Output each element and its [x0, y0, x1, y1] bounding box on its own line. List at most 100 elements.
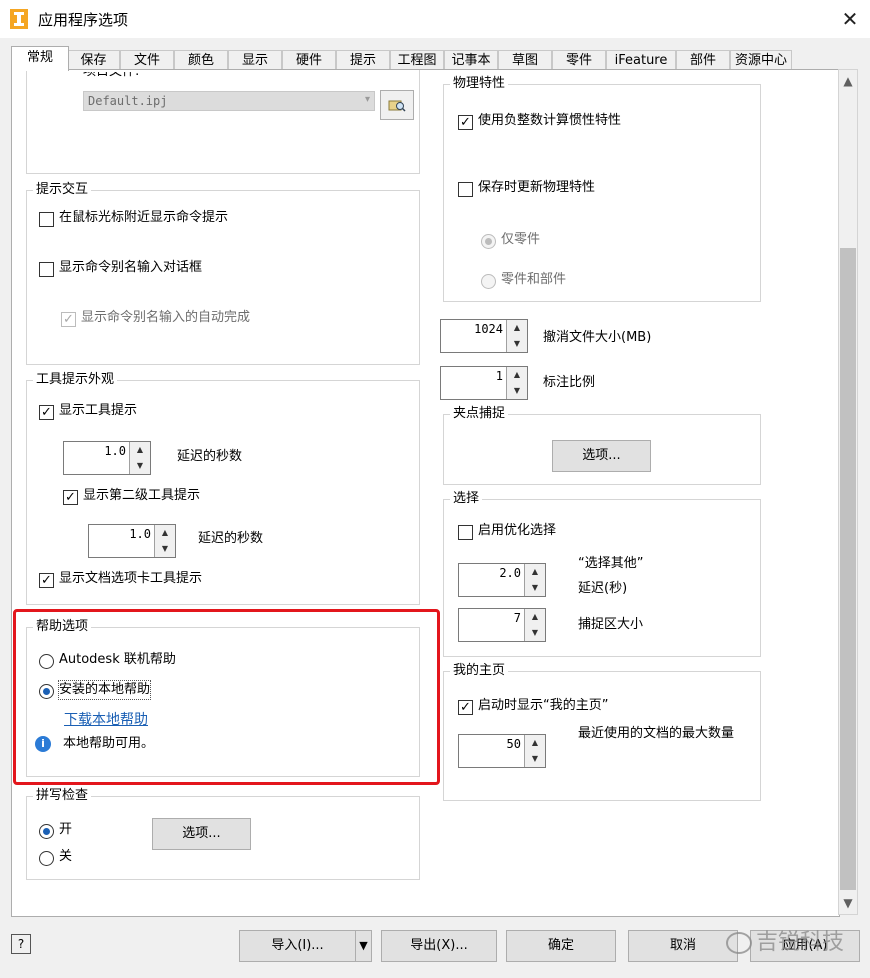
- export-button[interactable]: 导出(X)...: [381, 930, 497, 962]
- enable-opt-select-checkbox[interactable]: [458, 525, 473, 540]
- pick-box-size-label: 捕捉区大小: [578, 617, 644, 632]
- spin-down-icon[interactable]: ▼: [129, 458, 150, 474]
- show-home-on-start-checkbox[interactable]: ✓: [458, 700, 473, 715]
- select-group-title: 选择: [450, 491, 483, 507]
- alias-autocomplete-checkbox[interactable]: ✓: [61, 312, 76, 327]
- cancel-button[interactable]: 取消: [628, 930, 738, 962]
- parts-and-asm-radio[interactable]: [481, 274, 496, 289]
- recent-docs-spinner[interactable]: 50 ▲ ▼: [458, 734, 546, 768]
- spin-up-icon[interactable]: ▲: [506, 367, 527, 383]
- annotation-scale-value: 1: [495, 369, 503, 383]
- spin-up-icon[interactable]: ▲: [524, 564, 545, 580]
- spin-down-icon[interactable]: ▼: [506, 383, 527, 399]
- spin-up-icon[interactable]: ▲: [524, 735, 545, 751]
- spin-down-icon[interactable]: ▼: [506, 336, 527, 352]
- watermark-text: 吉锐科技: [756, 930, 845, 955]
- enable-opt-select-label: 启用优化选择: [478, 523, 557, 538]
- folder-search-icon: [388, 100, 406, 112]
- parts-only-label: 仅零件: [501, 232, 541, 247]
- grip-snap-group: 夹点捕捉 选项...: [443, 406, 761, 485]
- tooltip-delay-spinner[interactable]: 1.0 ▲ ▼: [63, 441, 151, 475]
- show-cmd-near-cursor-checkbox[interactable]: [39, 212, 54, 227]
- undo-size-spinner[interactable]: 1024 ▲ ▼: [440, 319, 528, 353]
- undo-size-value: 1024: [474, 322, 503, 336]
- prompt-interaction-group: 提示交互 在鼠标光标附近显示命令提示 显示命令别名输入对话框 ✓ 显示命令别名输…: [26, 182, 420, 365]
- tab-colors[interactable]: 颜色: [174, 50, 228, 70]
- show-alias-dialog-checkbox[interactable]: [39, 262, 54, 277]
- online-help-label: Autodesk 联机帮助: [59, 652, 176, 667]
- second-tooltip-delay-value: 1.0: [129, 527, 151, 541]
- online-help-radio[interactable]: [39, 654, 54, 669]
- tab-drawing[interactable]: 工程图: [390, 50, 444, 70]
- spin-down-icon[interactable]: ▼: [524, 625, 545, 641]
- tooltip-delay-label: 延迟的秒数: [177, 449, 243, 464]
- import-dropdown-icon[interactable]: ▼: [355, 930, 372, 962]
- local-help-label: 安装的本地帮助: [57, 680, 152, 700]
- show-second-tooltip-checkbox[interactable]: ✓: [63, 490, 78, 505]
- tab-content-center[interactable]: 资源中心: [730, 50, 792, 70]
- spin-down-icon[interactable]: ▼: [524, 580, 545, 596]
- scroll-down-icon[interactable]: ▼: [839, 892, 857, 914]
- recent-docs-label: 最近使用的文档的最大数量: [578, 726, 735, 741]
- tab-ifeature[interactable]: iFeature: [606, 50, 676, 70]
- select-other-delay-value: 2.0: [499, 566, 521, 580]
- chevron-down-icon: ▾: [364, 94, 370, 105]
- tab-notebook[interactable]: 记事本: [444, 50, 498, 70]
- show-doc-tab-tips-checkbox[interactable]: ✓: [39, 573, 54, 588]
- local-help-radio[interactable]: [39, 684, 54, 699]
- show-alias-dialog-label: 显示命令别名输入对话框: [59, 260, 203, 275]
- physical-properties-group: 物理特性 ✓ 使用负整数计算惯性特性 保存时更新物理特性 仅零件 零件和部件: [443, 76, 761, 302]
- tab-sketch[interactable]: 草图: [498, 50, 552, 70]
- show-tooltips-checkbox[interactable]: ✓: [39, 405, 54, 420]
- tab-prompts[interactable]: 提示: [336, 50, 390, 70]
- help-icon[interactable]: ?: [11, 934, 31, 954]
- pick-box-size-value: 7: [513, 611, 521, 625]
- tab-hardware[interactable]: 硬件: [282, 50, 336, 70]
- pick-box-size-spinner[interactable]: 7 ▲ ▼: [458, 608, 546, 642]
- parts-only-radio[interactable]: [481, 234, 496, 249]
- update-on-save-checkbox[interactable]: [458, 182, 473, 197]
- show-home-on-start-label: 启动时显示“我的主页”: [478, 698, 609, 713]
- spell-group-title: 拼写检查: [33, 788, 92, 804]
- scroll-up-icon[interactable]: ▲: [839, 70, 857, 92]
- info-icon: i: [35, 736, 51, 752]
- use-neg-inertia-label: 使用负整数计算惯性特性: [478, 113, 622, 128]
- tab-file[interactable]: 文件: [120, 50, 174, 70]
- scroll-thumb[interactable]: [840, 248, 856, 890]
- show-tooltips-label: 显示工具提示: [59, 403, 138, 418]
- import-button[interactable]: 导入(I)...: [239, 930, 356, 962]
- tooltip-delay-value: 1.0: [104, 444, 126, 458]
- annotation-scale-spinner[interactable]: 1 ▲ ▼: [440, 366, 528, 400]
- home-group-title: 我的主页: [450, 663, 509, 679]
- vertical-scrollbar[interactable]: ▲ ▼: [838, 69, 858, 915]
- spell-on-radio[interactable]: [39, 824, 54, 839]
- tab-general[interactable]: 常规: [11, 46, 69, 71]
- spin-down-icon[interactable]: ▼: [524, 751, 545, 767]
- tab-display[interactable]: 显示: [228, 50, 282, 70]
- tab-part[interactable]: 零件: [552, 50, 606, 70]
- spin-down-icon[interactable]: ▼: [154, 541, 175, 557]
- show-second-tooltip-label: 显示第二级工具提示: [83, 488, 201, 503]
- tab-save[interactable]: 保存: [67, 50, 120, 70]
- spin-up-icon[interactable]: ▲: [506, 320, 527, 336]
- spell-off-radio[interactable]: [39, 851, 54, 866]
- tab-assembly[interactable]: 部件: [676, 50, 730, 70]
- selection-group: 选择 启用优化选择 2.0 ▲ ▼ “选择其他” 延迟(秒) 7 ▲ ▼ 捕捉区…: [443, 491, 761, 657]
- grip-options-button[interactable]: 选项...: [552, 440, 651, 472]
- project-file-select[interactable]: Default.ipj ▾: [83, 91, 375, 111]
- use-neg-inertia-checkbox[interactable]: ✓: [458, 115, 473, 130]
- spin-up-icon[interactable]: ▲: [524, 609, 545, 625]
- spin-up-icon[interactable]: ▲: [129, 442, 150, 458]
- watermark: 吉锐科技: [726, 924, 844, 956]
- show-doc-tab-tips-label: 显示文档选项卡工具提示: [59, 571, 203, 586]
- browse-project-button[interactable]: [380, 90, 414, 120]
- spell-options-button[interactable]: 选项...: [152, 818, 251, 850]
- spin-up-icon[interactable]: ▲: [154, 525, 175, 541]
- download-local-help-link[interactable]: 下载本地帮助: [64, 711, 148, 729]
- ok-button[interactable]: 确定: [506, 930, 616, 962]
- show-cmd-near-cursor-label: 在鼠标光标附近显示命令提示: [59, 210, 229, 225]
- second-tooltip-delay-spinner[interactable]: 1.0 ▲ ▼: [88, 524, 176, 558]
- select-other-delay-spinner[interactable]: 2.0 ▲ ▼: [458, 563, 546, 597]
- project-file-label: 项目文件:: [83, 69, 140, 79]
- close-button[interactable]: ✕: [836, 6, 864, 32]
